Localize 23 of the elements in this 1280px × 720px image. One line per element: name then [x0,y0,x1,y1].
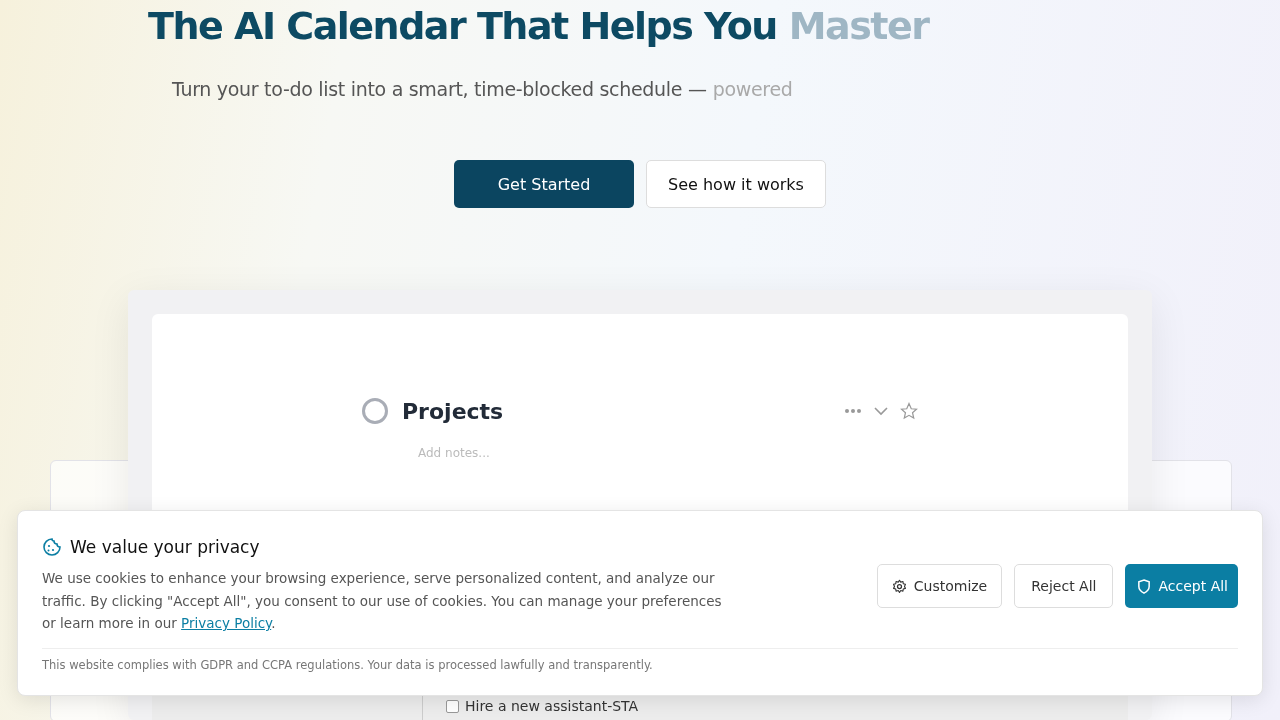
notes-field[interactable]: Add notes... [418,446,618,460]
compliance-note: This website complies with GDPR and CCPA regulations. Your data is processed lawfully and transparently. [42,657,654,672]
project-title: Projects [402,398,504,424]
reject-button[interactable]: Reject All [1014,564,1114,608]
task-checkbox[interactable] [446,699,459,713]
settings-icon [891,578,907,594]
cookie-notice-text: We use cookies to enhance your browsing experience, serve personalized content, and analyze our traffic. By clicking "Accept All", you consent to our use of cookies. You can manage your preferences or learn more in our Privacy Policy. [42,569,723,633]
task-label: Hire a new assistant-STA [465,698,639,714]
hero-title: The AI Calendar That Helps You [148,4,777,48]
hero-subtitle-faded-word: powered [712,78,793,102]
shield-icon [1137,578,1152,594]
accept-button[interactable]: Accept All [1125,564,1238,608]
more-icon[interactable] [844,408,862,414]
chevron-icon[interactable] [874,406,888,416]
complete-circle[interactable] [362,398,388,424]
how-it-works-button[interactable]: See how it works [646,160,826,208]
customize-button[interactable]: Customize [876,564,1003,608]
star-icon[interactable] [900,402,918,420]
cookie-icon [42,537,62,557]
get-started-button[interactable]: Get Started [454,160,634,208]
hero-subtitle: Turn your to-do list into a smart, time-blocked schedule — [172,78,707,102]
hero-title-faded-word: Master [788,4,929,48]
banner-title: We value your privacy [70,537,260,557]
